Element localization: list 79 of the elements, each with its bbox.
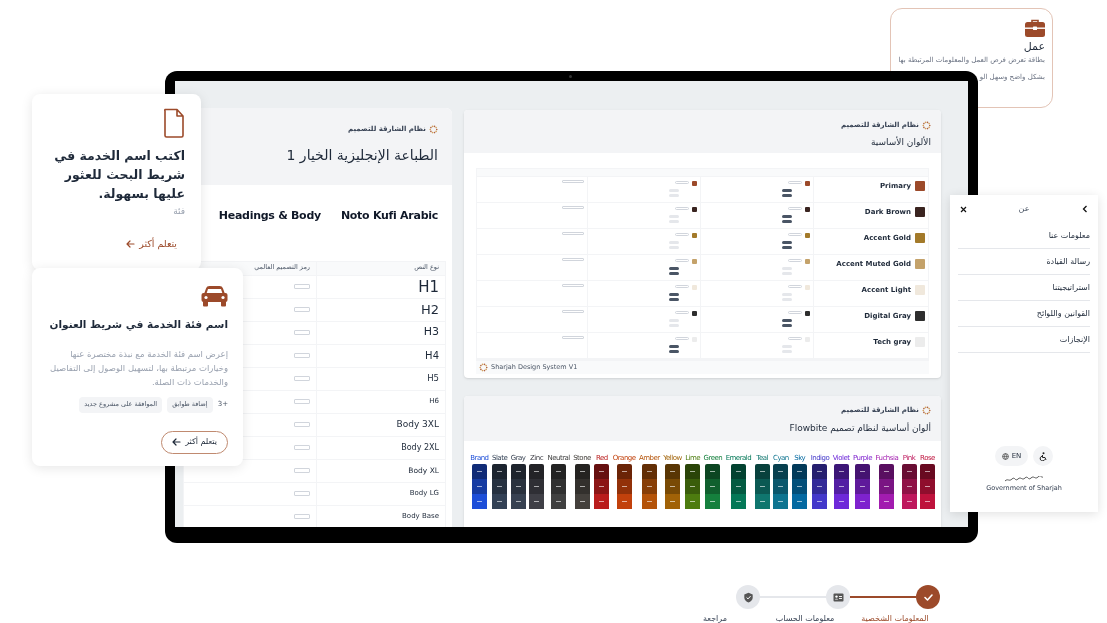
menu-item[interactable]: الإنجازات — [958, 327, 1090, 353]
briefcase-icon — [1025, 19, 1045, 37]
menu-title: عن — [1018, 203, 1030, 215]
id-card-icon — [832, 591, 844, 603]
contrast-indicator — [669, 259, 697, 275]
contrast-indicator — [669, 311, 697, 327]
contrast-indicator — [669, 285, 697, 301]
contrast-indicator — [782, 259, 810, 275]
logo-icon — [429, 124, 438, 134]
token-tag — [294, 399, 310, 404]
step-label: المعلومات الشخصية — [861, 613, 929, 623]
document-title: الألوان الأساسية — [870, 135, 931, 149]
text-style-label: Body 3XL — [395, 417, 440, 431]
token-tag — [562, 336, 584, 339]
token-tag — [294, 284, 310, 290]
token-tag — [562, 206, 584, 209]
menu-item[interactable]: رسالة القيادة — [958, 249, 1090, 275]
learn-more-link[interactable]: يتعلم أكثر — [126, 236, 177, 251]
category-label: فئة — [173, 205, 185, 218]
token-tag — [294, 307, 310, 312]
car-icon — [201, 285, 228, 307]
close-icon — [959, 205, 967, 213]
menu-item[interactable]: القوانين واللوائح — [958, 301, 1090, 327]
text-style-label: Body 2XL — [400, 441, 440, 454]
logo-icon — [922, 405, 931, 415]
token-tag — [294, 330, 310, 335]
chevron-left-icon — [1082, 205, 1088, 213]
contrast-indicator — [669, 181, 697, 197]
token-tag — [294, 491, 310, 496]
check-icon — [922, 591, 934, 603]
font-name: Noto Kufi Arabic — [340, 208, 438, 224]
contrast-indicator — [782, 181, 810, 197]
document-title: الطباعة الإنجليزية الخيار 1 — [285, 145, 438, 166]
text-style-label: H4 — [424, 349, 440, 363]
accessibility-button[interactable] — [1033, 446, 1054, 467]
token-tag — [294, 353, 310, 358]
arrow-left-icon — [126, 239, 136, 248]
card-title: عمل — [1023, 40, 1045, 54]
token-tag — [562, 284, 584, 287]
text-style-label: H1 — [417, 276, 440, 298]
contrast-indicator — [782, 207, 810, 223]
token-tag — [562, 310, 584, 313]
contrast-indicator — [669, 233, 697, 249]
contrast-indicator — [782, 285, 810, 301]
step-label: مراجعة — [703, 613, 727, 623]
contrast-indicator — [782, 311, 810, 327]
calligraphy-logo-icon — [1004, 476, 1044, 484]
globe-icon — [1001, 452, 1009, 460]
card-title: اكتب اسم الخدمة في شريط البحث للعثور عليها بسهولة. — [53, 147, 185, 203]
token-tag — [562, 232, 584, 235]
chevron-button[interactable] — [1080, 204, 1090, 214]
arrow-left-icon — [172, 438, 182, 446]
text-style-label: H2 — [419, 300, 440, 319]
contrast-indicator — [669, 337, 697, 353]
document-title: ألوان أساسية لنظام تصميم Flowbite — [788, 421, 931, 435]
font-name: Headings & Body — [218, 208, 321, 224]
token-tag — [294, 514, 310, 519]
text-style-label: H5 — [426, 372, 440, 386]
token-tag — [294, 422, 310, 427]
text-style-label: H3 — [422, 324, 440, 341]
menu-item[interactable]: معلومات عنا — [958, 223, 1090, 249]
logo-icon — [479, 363, 488, 372]
token-tag — [562, 180, 584, 183]
step-label: معلومات الحساب — [775, 613, 835, 623]
card-description: إعرض اسم فئة الخدمة مع نبذة مختصرة عنها وخيارات مرتبطة بها، لتسهيل الوصول إلى التفاصيل والخدمات ذات الصلة. — [49, 347, 228, 389]
menu-item[interactable]: استراتيجيتنا — [958, 275, 1090, 301]
logo-icon — [922, 120, 931, 130]
contrast-indicator — [782, 233, 810, 249]
token-tag — [294, 468, 310, 473]
token-tag — [294, 445, 310, 450]
token-tag — [294, 376, 310, 381]
document-icon — [163, 108, 185, 138]
shield-icon — [742, 591, 754, 603]
close-button[interactable] — [958, 204, 968, 214]
contrast-indicator — [669, 207, 697, 223]
card-title: اسم فئة الخدمة في شريط العنوان — [49, 317, 228, 333]
token-tag — [562, 258, 584, 261]
contrast-indicator — [782, 337, 810, 353]
accessibility-icon — [1039, 451, 1048, 461]
